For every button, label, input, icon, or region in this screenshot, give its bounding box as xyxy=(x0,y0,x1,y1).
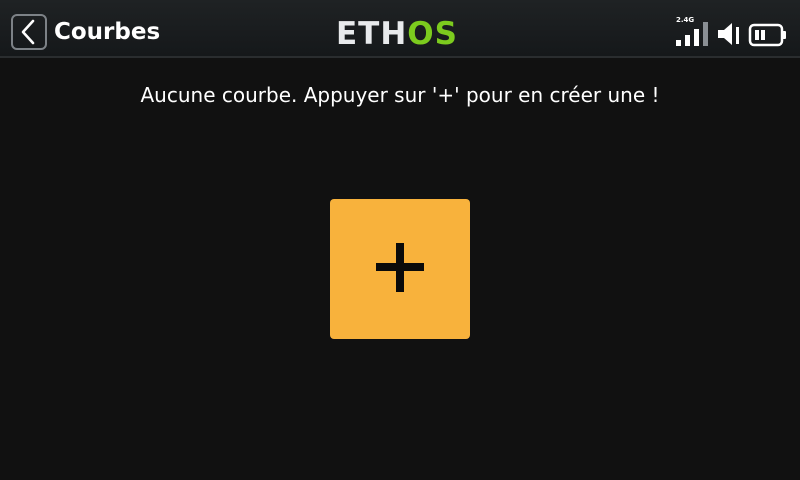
radio-band-label: 2.4G xyxy=(676,16,695,24)
signal-bar xyxy=(685,35,690,46)
brand-logo: ETHOS xyxy=(336,18,458,50)
battery-icon xyxy=(748,23,786,47)
brand-logo-suffix: OS xyxy=(407,16,458,52)
signal-bar xyxy=(694,29,699,46)
page-title: Courbes xyxy=(54,19,161,45)
signal-bar xyxy=(703,22,708,46)
empty-state-message: Aucune courbe. Appuyer sur '+' pour en c… xyxy=(140,83,660,107)
chevron-left-icon xyxy=(21,19,35,45)
speaker-icon xyxy=(718,23,739,45)
header-bar: Courbes ETHOS 2.4G xyxy=(0,0,800,58)
add-curve-button[interactable] xyxy=(330,199,470,339)
brand-logo-prefix: ETH xyxy=(336,16,408,52)
signal-bars-icon: 2.4G xyxy=(676,16,710,48)
screen: Courbes ETHOS 2.4G Aucune courbe. Appuye… xyxy=(0,0,800,480)
back-button[interactable] xyxy=(11,14,47,50)
signal-bar xyxy=(676,40,681,46)
plus-icon xyxy=(330,199,470,339)
status-area: 2.4G xyxy=(676,16,788,48)
